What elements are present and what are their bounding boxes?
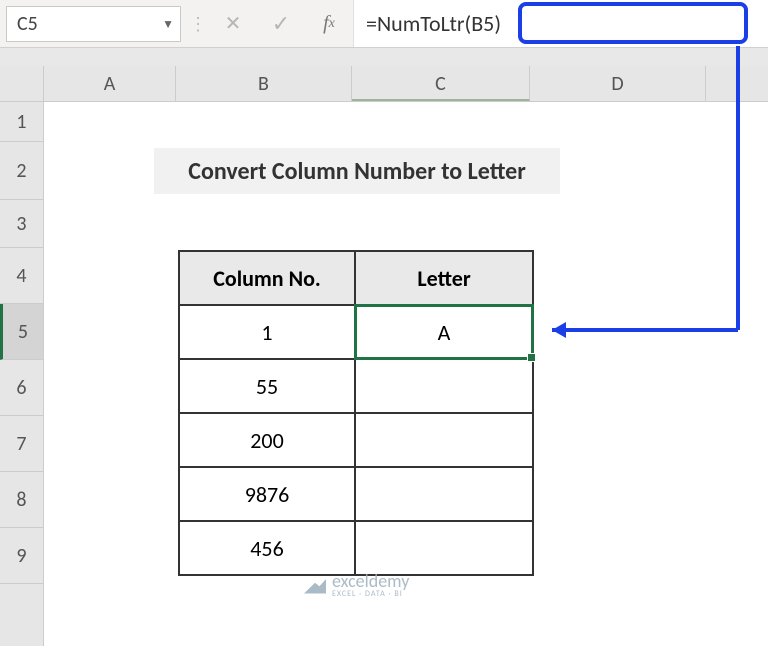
formula-input[interactable]: =NumToLtr(B5)	[353, 0, 768, 47]
table-row: 456	[179, 521, 533, 575]
formula-text: =NumToLtr(B5)	[366, 10, 501, 37]
cancel-button[interactable]: ✕	[209, 0, 257, 47]
grid-area[interactable]: Convert Column Number to Letter Column N…	[44, 102, 768, 646]
cell-B5[interactable]: 1	[179, 305, 355, 359]
row-header-6[interactable]: 6	[0, 360, 43, 416]
table-header-column-no[interactable]: Column No.	[179, 251, 355, 305]
insert-function-button[interactable]: fx	[305, 0, 353, 47]
row-header-4[interactable]: 4	[0, 248, 43, 304]
row-header-9[interactable]: 9	[0, 528, 43, 584]
name-box-dropdown-icon[interactable]: ▼	[162, 17, 174, 32]
column-headers: A B C D	[44, 66, 768, 102]
cell-C9[interactable]	[355, 521, 533, 575]
watermark: exceldemy EXCEL · DATA · BI	[304, 570, 409, 599]
table-row: 9876	[179, 467, 533, 521]
divider-dots-icon: ⋮	[187, 0, 209, 47]
formula-bar: C5 ▼ ⋮ ✕ ✓ fx =NumToLtr(B5)	[0, 0, 768, 48]
data-table: Column No. Letter 1 A 55 200 9876 456	[178, 250, 534, 576]
cell-B6[interactable]: 55	[179, 359, 355, 413]
col-header-C[interactable]: C	[352, 66, 530, 101]
row-header-7[interactable]: 7	[0, 416, 43, 472]
sheet-title: Convert Column Number to Letter	[154, 148, 560, 194]
select-all-corner[interactable]	[0, 66, 44, 102]
row-header-8[interactable]: 8	[0, 472, 43, 528]
cell-C7[interactable]	[355, 413, 533, 467]
row-header-5[interactable]: 5	[0, 304, 43, 360]
table-header-letter[interactable]: Letter	[355, 251, 533, 305]
cell-B7[interactable]: 200	[179, 413, 355, 467]
row-header-3[interactable]: 3	[0, 200, 43, 248]
col-header-B[interactable]: B	[176, 66, 352, 101]
watermark-tag: EXCEL · DATA · BI	[332, 589, 409, 599]
row-header-2[interactable]: 2	[0, 142, 43, 200]
sheet-title-text: Convert Column Number to Letter	[188, 157, 526, 186]
table-row: 200	[179, 413, 533, 467]
enter-button[interactable]: ✓	[257, 0, 305, 47]
name-box-value: C5	[17, 12, 38, 36]
cell-C8[interactable]	[355, 467, 533, 521]
cell-C5[interactable]: A	[355, 305, 533, 359]
row-headers: 1 2 3 4 5 6 7 8 9	[0, 102, 44, 646]
cell-B9[interactable]: 456	[179, 521, 355, 575]
table-row: 1 A	[179, 305, 533, 359]
cell-B8[interactable]: 9876	[179, 467, 355, 521]
table-row: 55	[179, 359, 533, 413]
row-header-1[interactable]: 1	[0, 102, 43, 142]
watermark-icon	[304, 576, 326, 594]
col-header-D[interactable]: D	[530, 66, 706, 101]
name-box[interactable]: C5 ▼	[6, 6, 181, 42]
cell-C6[interactable]	[355, 359, 533, 413]
worksheet: A B C D 1 2 3 4 5 6 7 8 9 Convert Column…	[0, 66, 768, 646]
col-header-A[interactable]: A	[44, 66, 176, 101]
